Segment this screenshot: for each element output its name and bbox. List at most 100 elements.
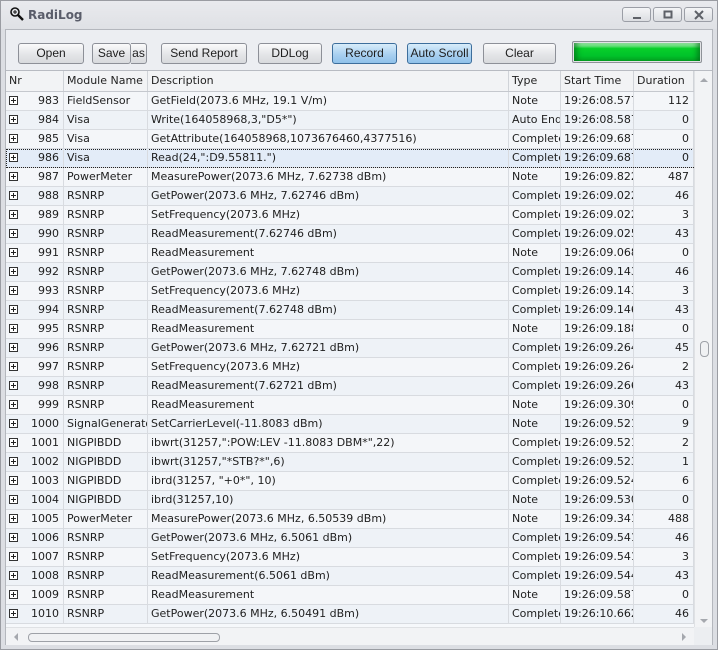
cell-start-time: 19:26:09.022 bbox=[561, 187, 634, 205]
cell-duration: 0 bbox=[634, 149, 694, 167]
cell-nr: 1002 bbox=[6, 453, 64, 471]
window-title: RadiLog bbox=[28, 8, 83, 22]
column-header-module-name[interactable]: Module Name bbox=[64, 71, 148, 91]
table-row[interactable]: 998 RSNRP ReadMeasurement(7.62721 dBm) Comp… bbox=[6, 377, 694, 396]
cell-type: Note bbox=[509, 168, 561, 186]
column-header-nr[interactable]: Nr bbox=[6, 71, 64, 91]
cell-description: ibrd(31257,10) bbox=[148, 491, 509, 509]
column-header-start-time[interactable]: Start Time bbox=[561, 71, 634, 91]
table-row[interactable]: 987 PowerMeter MeasurePower(2073.6 MHz, 7.… bbox=[6, 168, 694, 187]
record-toggle[interactable]: Record bbox=[332, 43, 397, 64]
table-row[interactable]: 1001 NIGPIBDD ibwrt(31257,":POW:LEV -11.80… bbox=[6, 434, 694, 453]
save-as-button[interactable]: as bbox=[131, 43, 147, 64]
table-row[interactable]: 991 RSNRP ReadMeasurement Note 19:26:09.068 0 bbox=[6, 244, 694, 263]
cell-nr: 1009 bbox=[6, 586, 64, 604]
log-grid: Nr Module Name Description Type Start Ti… bbox=[6, 70, 712, 645]
table-row[interactable]: 983 FieldSensor GetField(2073.6 MHz, 19.1 … bbox=[6, 92, 694, 111]
table-row[interactable]: 1008 RSNRP ReadMeasurement(6.5061 dBm) Comp… bbox=[6, 567, 694, 586]
table-row[interactable]: 984 Visa Write(164058968,3,"D5*") Auto End 1… bbox=[6, 111, 694, 130]
grid-header: Nr Module Name Description Type Start Ti… bbox=[6, 71, 694, 92]
table-row[interactable]: 1005 PowerMeter MeasurePower(2073.6 MHz, 6… bbox=[6, 510, 694, 529]
status-indicator bbox=[572, 41, 702, 63]
main-panel: Open Save as Send Report DDLog Record Au… bbox=[5, 29, 713, 645]
table-row[interactable]: 1003 NIGPIBDD ibrd(31257, "+0*", 10) Comple… bbox=[6, 472, 694, 491]
cell-description: GetPower(2073.6 MHz, 6.50491 dBm) bbox=[148, 605, 509, 623]
scroll-up-icon[interactable] bbox=[700, 78, 708, 82]
title-bar: RadiLog bbox=[1, 1, 717, 29]
cell-module-name: RSNRP bbox=[64, 586, 148, 604]
table-row[interactable]: 1002 NIGPIBDD ibwrt(31257,"*STB?*",6) Compl… bbox=[6, 453, 694, 472]
cell-type: Note bbox=[509, 396, 561, 414]
cell-type: Complete bbox=[509, 263, 561, 281]
scroll-right-icon[interactable] bbox=[682, 633, 686, 641]
table-row[interactable]: 1004 NIGPIBDD ibrd(31257,10) Note 19:26:09.5… bbox=[6, 491, 694, 510]
cell-nr: 986 bbox=[6, 149, 64, 167]
table-row[interactable]: 997 RSNRP SetFrequency(2073.6 MHz) Complete… bbox=[6, 358, 694, 377]
radilog-window: RadiLog Open Save as Send Report DDLog R… bbox=[0, 0, 718, 650]
column-header-type[interactable]: Type bbox=[509, 71, 561, 91]
cell-description: GetPower(2073.6 MHz, 7.62746 dBm) bbox=[148, 187, 509, 205]
table-row[interactable]: 985 Visa GetAttribute(164058968,1073676460… bbox=[6, 130, 694, 149]
cell-type: Complete bbox=[509, 282, 561, 300]
table-row[interactable]: 1010 RSNRP GetPower(2073.6 MHz, 6.50491 dB… bbox=[6, 605, 694, 624]
cell-type: Complete bbox=[509, 548, 561, 566]
table-row[interactable]: 1007 RSNRP SetFrequency(2073.6 MHz) Complet… bbox=[6, 548, 694, 567]
table-row[interactable]: 996 RSNRP GetPower(2073.6 MHz, 7.62721 dBm… bbox=[6, 339, 694, 358]
table-row[interactable]: 992 RSNRP GetPower(2073.6 MHz, 7.62748 dBm… bbox=[6, 263, 694, 282]
cell-type: Complete bbox=[509, 130, 561, 148]
scroll-down-icon[interactable] bbox=[700, 619, 708, 623]
cell-start-time: 19:26:09.264 bbox=[561, 358, 634, 376]
table-row[interactable]: 988 RSNRP GetPower(2073.6 MHz, 7.62746 dBm… bbox=[6, 187, 694, 206]
cell-module-name: NIGPIBDD bbox=[64, 434, 148, 452]
cell-start-time: 19:26:09.822 bbox=[561, 168, 634, 186]
cell-nr: 988 bbox=[6, 187, 64, 205]
horizontal-scroll-thumb[interactable] bbox=[28, 633, 220, 642]
cell-type: Complete bbox=[509, 529, 561, 547]
table-row[interactable]: 995 RSNRP ReadMeasurement Note 19:26:09.188 0 bbox=[6, 320, 694, 339]
cell-start-time: 19:26:08.587 bbox=[561, 111, 634, 129]
cell-start-time: 19:26:09.143 bbox=[561, 282, 634, 300]
table-row[interactable]: 999 RSNRP ReadMeasurement Note 19:26:09.309 0 bbox=[6, 396, 694, 415]
cell-module-name: RSNRP bbox=[64, 187, 148, 205]
cell-type: Complete bbox=[509, 206, 561, 224]
table-row[interactable]: 989 RSNRP SetFrequency(2073.6 MHz) Complete… bbox=[6, 206, 694, 225]
cell-start-time: 19:26:10.662 bbox=[561, 605, 634, 623]
table-row[interactable]: 1006 RSNRP GetPower(2073.6 MHz, 6.5061 dBm… bbox=[6, 529, 694, 548]
open-button[interactable]: Open bbox=[18, 43, 84, 64]
cell-duration: 0 bbox=[634, 586, 694, 604]
cell-nr: 997 bbox=[6, 358, 64, 376]
vertical-scrollbar[interactable] bbox=[694, 71, 712, 627]
cell-duration: 46 bbox=[634, 605, 694, 623]
table-row[interactable]: 990 RSNRP ReadMeasurement(7.62746 dBm) Comp… bbox=[6, 225, 694, 244]
auto-scroll-toggle[interactable]: Auto Scroll bbox=[407, 43, 472, 64]
clear-button[interactable]: Clear bbox=[483, 43, 556, 64]
maximize-button[interactable] bbox=[653, 7, 682, 22]
cell-duration: 112 bbox=[634, 92, 694, 110]
cell-duration: 46 bbox=[634, 187, 694, 205]
table-row[interactable]: 1009 RSNRP ReadMeasurement Note 19:26:09.587… bbox=[6, 586, 694, 605]
scroll-left-icon[interactable] bbox=[14, 633, 18, 641]
table-row[interactable]: 986 Visa Read(24,":D9.55811.") Complete 19:2… bbox=[6, 149, 694, 168]
cell-start-time: 19:26:09.068 bbox=[561, 244, 634, 262]
save-button[interactable]: Save bbox=[92, 43, 131, 64]
cell-module-name: RSNRP bbox=[64, 206, 148, 224]
cell-description: SetFrequency(2073.6 MHz) bbox=[148, 282, 509, 300]
cell-type: Complete bbox=[509, 339, 561, 357]
ddlog-button[interactable]: DDLog bbox=[258, 43, 322, 64]
vertical-scroll-thumb[interactable] bbox=[700, 341, 709, 357]
table-row[interactable]: 994 RSNRP ReadMeasurement(7.62748 dBm) Comp… bbox=[6, 301, 694, 320]
cell-nr: 994 bbox=[6, 301, 64, 319]
send-report-button[interactable]: Send Report bbox=[161, 43, 247, 64]
horizontal-scrollbar[interactable] bbox=[6, 627, 694, 645]
column-header-duration[interactable]: Duration bbox=[634, 71, 694, 91]
cell-module-name: RSNRP bbox=[64, 244, 148, 262]
cell-start-time: 19:26:09.143 bbox=[561, 263, 634, 281]
table-row[interactable]: 1000 SignalGenerator SetCarrierLevel(-11.8… bbox=[6, 415, 694, 434]
cell-nr: 1003 bbox=[6, 472, 64, 490]
close-button[interactable] bbox=[684, 7, 713, 22]
cell-module-name: SignalGenerator bbox=[64, 415, 148, 433]
table-row[interactable]: 993 RSNRP SetFrequency(2073.6 MHz) Complete… bbox=[6, 282, 694, 301]
column-header-description[interactable]: Description bbox=[148, 71, 509, 91]
minimize-button[interactable] bbox=[622, 7, 651, 22]
cell-duration: 43 bbox=[634, 377, 694, 395]
